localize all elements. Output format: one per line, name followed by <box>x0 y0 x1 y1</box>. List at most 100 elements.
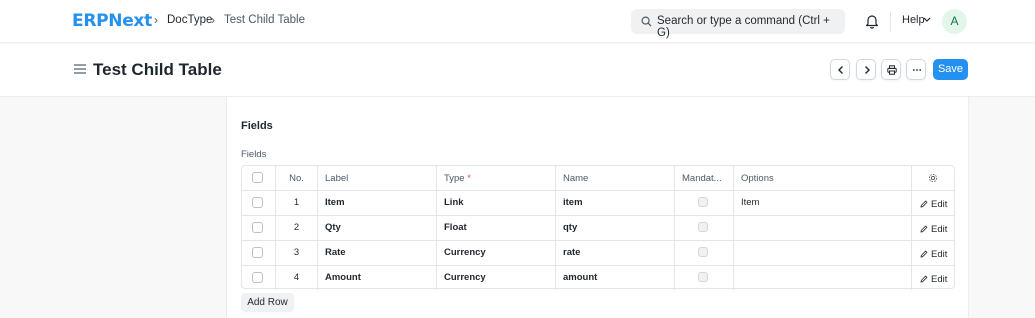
row-edit-button[interactable]: Edit <box>920 243 947 265</box>
row-label[interactable]: Amount <box>318 266 437 290</box>
table-header-row: No. Label Type * Name Mandat... Options <box>242 166 954 191</box>
column-header-mandatory: Mandat... <box>675 166 734 190</box>
row-no: 1 <box>276 191 318 215</box>
row-label[interactable]: Qty <box>318 216 437 240</box>
section-title: Fields <box>241 120 273 132</box>
pencil-icon <box>920 275 928 283</box>
column-header-type: Type * <box>437 166 556 190</box>
row-options[interactable]: Item <box>734 191 912 215</box>
previous-doc-button[interactable] <box>830 59 850 80</box>
mandatory-checkbox[interactable] <box>698 222 708 232</box>
search-icon <box>641 16 652 27</box>
row-edit-button[interactable]: Edit <box>920 268 947 290</box>
row-checkbox[interactable] <box>252 222 263 233</box>
row-edit-cell: Edit <box>912 266 954 290</box>
column-header-name: Name <box>556 166 675 190</box>
column-header-type-text: Type <box>444 173 465 184</box>
search-bar[interactable]: Search or type a command (Ctrl + G) <box>631 9 845 39</box>
table-row[interactable]: 4 Amount Currency amount Edit <box>242 266 954 291</box>
row-no: 2 <box>276 216 318 240</box>
chevron-left-icon <box>838 66 843 74</box>
row-name[interactable]: qty <box>556 216 675 240</box>
row-checkbox[interactable] <box>252 247 263 258</box>
breadcrumb-doctype[interactable]: DocType <box>167 14 212 26</box>
page-title: Test Child Table <box>93 60 222 79</box>
notification-bell-icon[interactable] <box>865 13 879 29</box>
column-header-no: No. <box>276 166 318 190</box>
page-head: Test Child Table Save <box>0 44 1035 97</box>
row-mandatory-cell <box>675 241 734 265</box>
printer-icon <box>887 65 897 75</box>
row-options[interactable] <box>734 216 912 240</box>
table-row[interactable]: 2 Qty Float qty Edit <box>242 216 954 241</box>
pencil-icon <box>920 250 928 258</box>
row-edit-button[interactable]: Edit <box>920 218 947 240</box>
mandatory-checkbox[interactable] <box>698 197 708 207</box>
row-edit-label: Edit <box>931 274 948 285</box>
row-name[interactable]: amount <box>556 266 675 290</box>
pencil-icon <box>920 225 928 233</box>
row-edit-cell: Edit <box>912 216 954 240</box>
row-edit-cell: Edit <box>912 191 954 215</box>
row-options[interactable] <box>734 266 912 290</box>
row-edit-label: Edit <box>931 224 948 235</box>
row-name[interactable]: item <box>556 191 675 215</box>
more-horizontal-icon <box>912 69 922 71</box>
row-select-cell <box>242 191 276 215</box>
breadcrumb-chevron-icon: › <box>211 13 215 27</box>
navbar: ERPNext › DocType › Test Child Table Sea… <box>0 0 1035 43</box>
header-select-all-cell <box>242 166 276 190</box>
form-card: Fields Fields No. Label Type * Name Mand… <box>226 97 969 318</box>
row-no: 4 <box>276 266 318 290</box>
erpnext-logo[interactable]: ERPNext <box>72 11 152 31</box>
row-options[interactable] <box>734 241 912 265</box>
breadcrumb-current[interactable]: Test Child Table <box>224 14 305 26</box>
row-select-cell <box>242 266 276 290</box>
row-mandatory-cell <box>675 216 734 240</box>
mandatory-checkbox[interactable] <box>698 247 708 257</box>
row-type[interactable]: Link <box>437 191 556 215</box>
column-settings-cell <box>912 166 954 190</box>
row-select-cell <box>242 241 276 265</box>
column-header-label: Label <box>318 166 437 190</box>
row-label[interactable]: Item <box>318 191 437 215</box>
row-edit-button[interactable]: Edit <box>920 193 947 215</box>
row-name[interactable]: rate <box>556 241 675 265</box>
select-all-checkbox[interactable] <box>252 172 263 183</box>
row-label[interactable]: Rate <box>318 241 437 265</box>
mandatory-checkbox[interactable] <box>698 272 708 282</box>
row-edit-cell: Edit <box>912 241 954 265</box>
pencil-icon <box>920 200 928 208</box>
row-mandatory-cell <box>675 266 734 290</box>
more-actions-button[interactable] <box>906 59 926 80</box>
row-mandatory-cell <box>675 191 734 215</box>
fields-table-label: Fields <box>241 149 267 160</box>
print-button[interactable] <box>881 59 901 80</box>
row-select-cell <box>242 216 276 240</box>
row-edit-label: Edit <box>931 199 948 210</box>
next-doc-button[interactable] <box>856 59 876 80</box>
table-row[interactable]: 1 Item Link item Item Edit <box>242 191 954 216</box>
chevron-right-icon <box>865 66 870 74</box>
row-checkbox[interactable] <box>252 272 263 283</box>
breadcrumb-chevron-icon: › <box>154 13 158 27</box>
row-type[interactable]: Float <box>437 216 556 240</box>
add-row-button[interactable]: Add Row <box>241 293 294 312</box>
row-checkbox[interactable] <box>252 197 263 208</box>
required-marker: * <box>467 173 471 184</box>
row-no: 3 <box>276 241 318 265</box>
chevron-down-icon[interactable] <box>923 17 931 23</box>
search-placeholder: Search or type a command (Ctrl + G) <box>657 15 830 39</box>
table-row[interactable]: 3 Rate Currency rate Edit <box>242 241 954 266</box>
navbar-divider <box>890 12 891 32</box>
sidebar-toggle-icon[interactable] <box>74 64 86 74</box>
row-type[interactable]: Currency <box>437 266 556 290</box>
gear-icon[interactable] <box>928 173 938 183</box>
help-menu[interactable]: Help <box>902 14 925 26</box>
row-edit-label: Edit <box>931 249 948 260</box>
avatar[interactable]: A <box>942 9 967 34</box>
column-header-options: Options <box>734 166 912 190</box>
fields-table: No. Label Type * Name Mandat... Options … <box>241 165 955 291</box>
save-button[interactable]: Save <box>933 59 968 80</box>
row-type[interactable]: Currency <box>437 241 556 265</box>
